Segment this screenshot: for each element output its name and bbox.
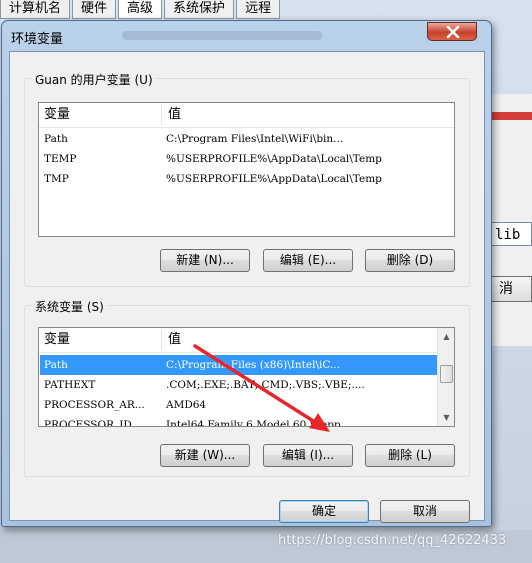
- user-new-button[interactable]: 新建 (N)...: [160, 249, 250, 272]
- environment-variables-dialog: 环境变量 Guan 的用户变量 (U) 变量 值 Path C:\Program…: [1, 20, 492, 527]
- list-item[interactable]: PROCESSOR_ID... Intel64 Family 6 Model 6…: [40, 415, 437, 427]
- variable-name: TMP: [44, 173, 69, 185]
- list-item[interactable]: PROCESSOR_AR... AMD64: [40, 395, 437, 415]
- system-delete-button[interactable]: 删除 (L): [365, 444, 455, 467]
- cancel-button[interactable]: 取消: [380, 500, 470, 523]
- variable-value: %USERPROFILE%\AppData\Local\Temp: [166, 173, 382, 185]
- column-header-value[interactable]: 值: [163, 103, 453, 127]
- variable-name: TEMP: [44, 153, 77, 165]
- list-item[interactable]: TEMP %USERPROFILE%\AppData\Local\Temp: [40, 149, 453, 169]
- variable-value: AMD64: [166, 399, 207, 411]
- scroll-up-icon[interactable]: ▲: [438, 328, 454, 345]
- close-button[interactable]: [427, 22, 477, 41]
- dialog-titlebar[interactable]: 环境变量: [2, 21, 491, 51]
- background-text-field[interactable]: lib: [490, 222, 532, 246]
- user-variables-label: Guan 的用户变量 (U): [32, 71, 156, 88]
- system-list-header: 变量 值: [39, 328, 438, 353]
- system-properties-tabs: 计算机名 硬件 高级 系统保护 远程: [0, 0, 282, 20]
- column-header-value[interactable]: 值: [163, 328, 435, 352]
- list-item[interactable]: Path C:\Program Files\Intel\WiFi\bin...: [40, 129, 453, 149]
- variable-name: PROCESSOR_ID...: [44, 419, 142, 427]
- variable-value: Intel64 Family 6 Model 60 Stepp...: [166, 419, 351, 427]
- user-list-header: 变量 值: [39, 103, 454, 128]
- variable-value: %USERPROFILE%\AppData\Local\Temp: [166, 153, 382, 165]
- system-edit-button[interactable]: 编辑 (I)...: [263, 444, 353, 467]
- titlebar-blur: [122, 31, 322, 40]
- variable-value: C:\Program Files (x86)\Intel\iC...: [166, 359, 341, 371]
- user-delete-button[interactable]: 删除 (D): [365, 249, 455, 272]
- background-cancel-button[interactable]: 消: [490, 276, 532, 302]
- list-item[interactable]: PATHEXT .COM;.EXE;.BAT;.CMD;.VBS;.VBE;..…: [40, 375, 437, 395]
- vertical-scrollbar[interactable]: ▲ ▼: [437, 328, 454, 426]
- column-separator: [161, 105, 162, 125]
- list-item-selected[interactable]: Path C:\Program Files (x86)\Intel\iC...: [40, 355, 437, 375]
- column-header-variable[interactable]: 变量: [39, 328, 161, 352]
- system-variables-label: 系统变量 (S): [32, 298, 107, 315]
- column-header-variable[interactable]: 变量: [39, 103, 161, 127]
- variable-name: PROCESSOR_AR...: [44, 399, 145, 411]
- system-new-button[interactable]: 新建 (W)...: [160, 444, 250, 467]
- tab-computer-name[interactable]: 计算机名: [0, 0, 71, 19]
- user-edit-button[interactable]: 编辑 (E)...: [263, 249, 353, 272]
- variable-value: C:\Program Files\Intel\WiFi\bin...: [166, 133, 344, 145]
- variable-value: .COM;.EXE;.BAT;.CMD;.VBS;.VBE;....: [166, 379, 365, 391]
- tab-advanced[interactable]: 高级: [118, 0, 163, 19]
- list-item[interactable]: TMP %USERPROFILE%\AppData\Local\Temp: [40, 169, 453, 189]
- tab-hardware[interactable]: 硬件: [72, 0, 117, 19]
- dialog-client-area: Guan 的用户变量 (U) 变量 值 Path C:\Program File…: [9, 51, 485, 523]
- column-separator: [161, 330, 162, 350]
- variable-name: Path: [44, 359, 68, 371]
- system-variables-list[interactable]: 变量 值 Path C:\Program Files (x86)\Intel\i…: [38, 327, 455, 427]
- user-variables-list[interactable]: 变量 值 Path C:\Program Files\Intel\WiFi\bi…: [38, 102, 455, 237]
- close-icon: [446, 26, 460, 38]
- tab-remote[interactable]: 远程: [236, 0, 281, 19]
- ok-button[interactable]: 确定: [279, 500, 369, 523]
- tab-system-protection[interactable]: 系统保护: [164, 0, 235, 19]
- watermark-text: https://blog.csdn.net/qq_42622433: [278, 533, 507, 548]
- variable-name: PATHEXT: [44, 379, 96, 391]
- variable-name: Path: [44, 133, 68, 145]
- scroll-down-icon[interactable]: ▼: [438, 409, 454, 426]
- scrollbar-thumb[interactable]: [440, 365, 453, 383]
- dialog-title: 环境变量: [11, 32, 64, 47]
